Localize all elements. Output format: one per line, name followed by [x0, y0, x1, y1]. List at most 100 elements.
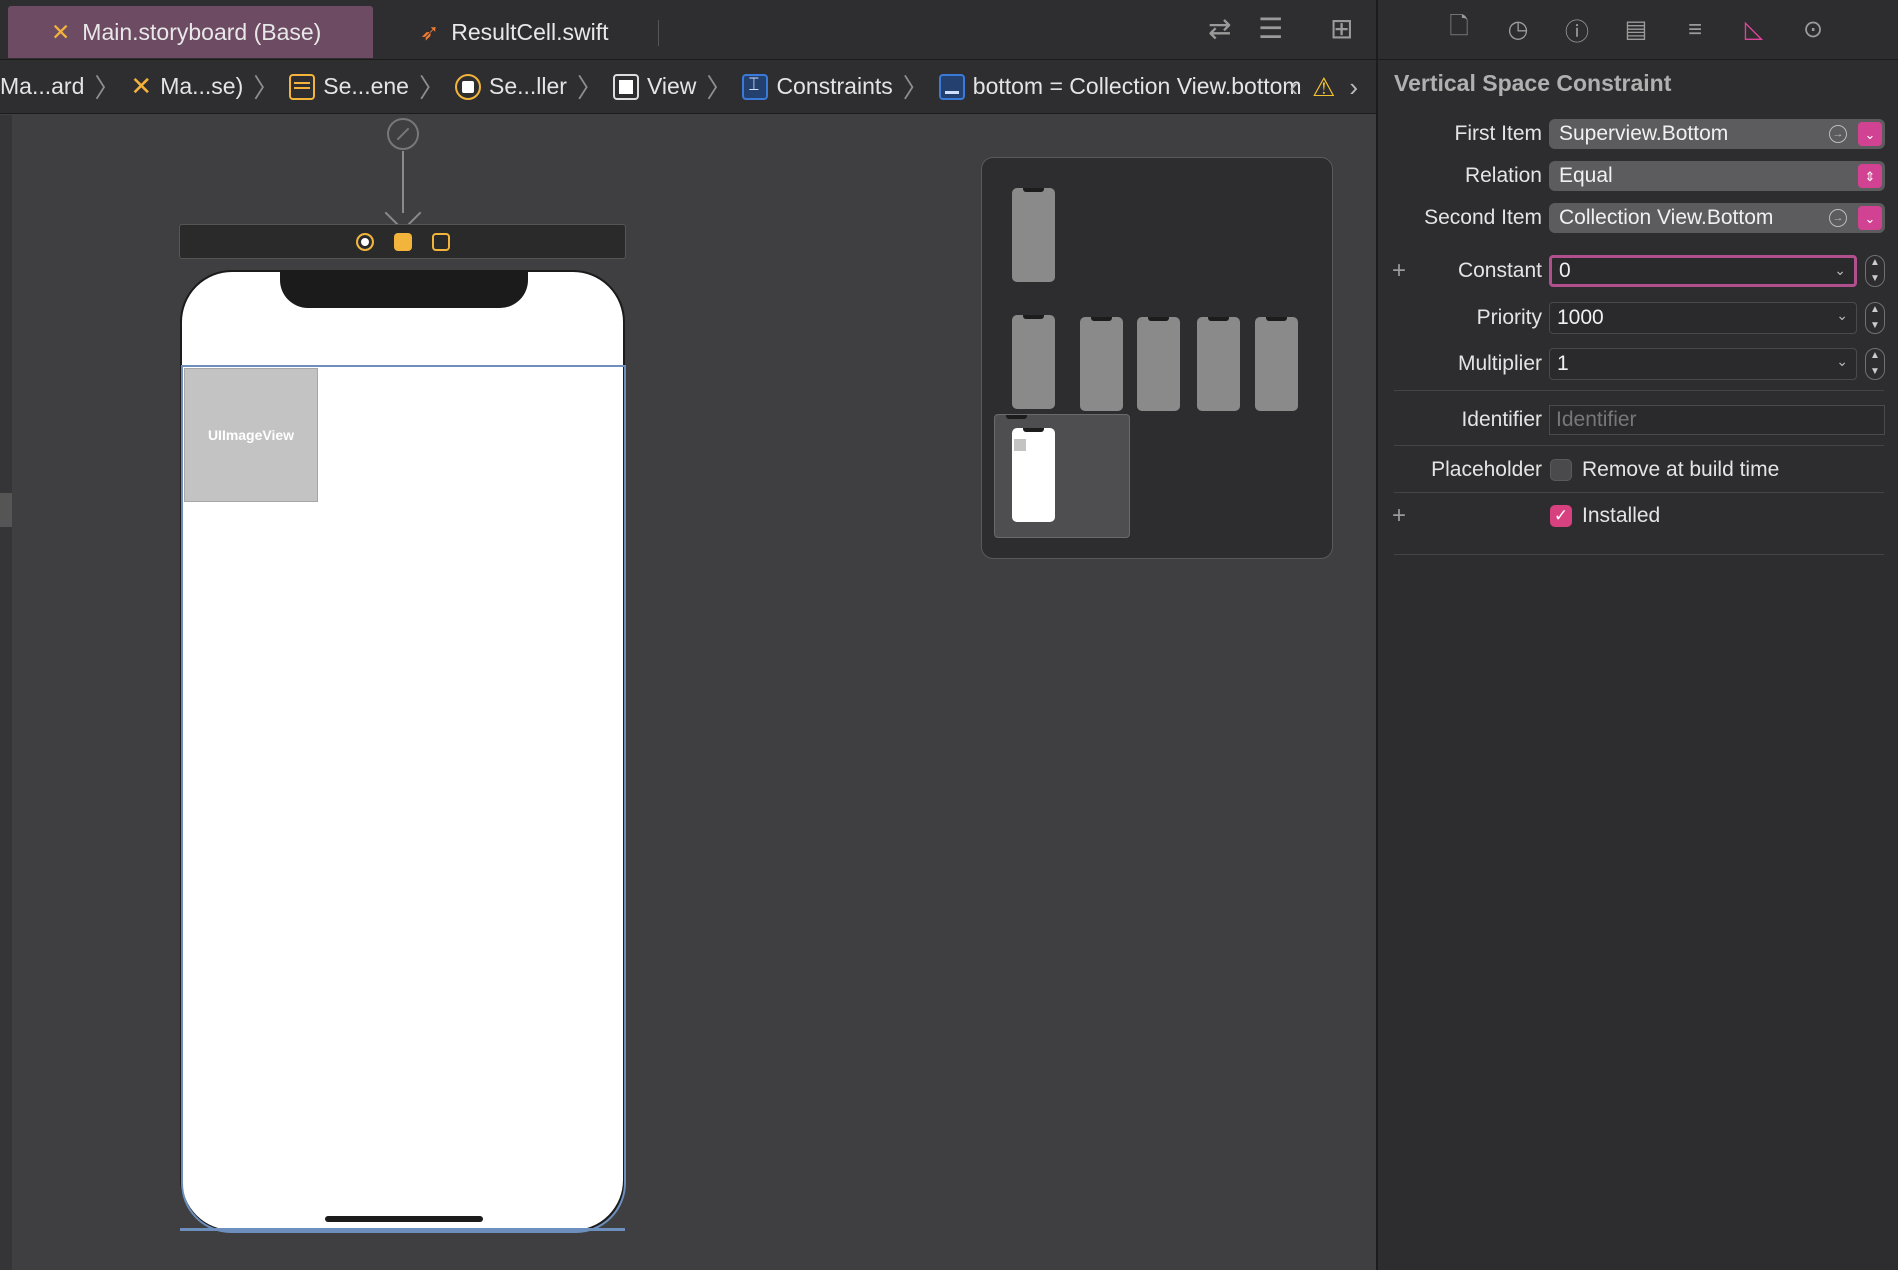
- installed-checkbox[interactable]: ✓: [1550, 505, 1572, 527]
- add-editor-icon[interactable]: ⊞: [1330, 12, 1353, 45]
- minimap[interactable]: [981, 157, 1333, 559]
- relation-popup[interactable]: Equal ⇕: [1549, 161, 1885, 191]
- notch: [280, 271, 528, 308]
- stepper-up-icon[interactable]: ▲: [1870, 351, 1880, 361]
- second-item-popup[interactable]: Collection View.Bottom → ⌄: [1549, 203, 1885, 233]
- jump-bar-item-label: Ma...se): [160, 73, 244, 99]
- chevron-left-icon[interactable]: ‹: [1289, 72, 1298, 103]
- first-item-popup[interactable]: Superview.Bottom → ⌄: [1549, 119, 1885, 149]
- chevron-down-icon[interactable]: ⌄: [1836, 353, 1848, 370]
- stepper-up-icon[interactable]: ▲: [1870, 305, 1880, 315]
- minimap-scene[interactable]: [1197, 317, 1240, 411]
- minimap-scene[interactable]: [1137, 317, 1180, 411]
- constant-field[interactable]: 0 ⌄: [1549, 255, 1857, 287]
- constraints-icon: [742, 73, 769, 100]
- minimap-scene[interactable]: [1255, 317, 1298, 411]
- view-controller-icon[interactable]: [355, 232, 374, 251]
- warning-icon[interactable]: ⚠: [1312, 72, 1335, 103]
- multiplier-stepper[interactable]: ▲ ▼: [1865, 348, 1885, 380]
- scene-dock[interactable]: [179, 224, 626, 259]
- editor-tab-bar: ✕ Main.storyboard (Base) ➶ ResultCell.sw…: [0, 0, 1376, 60]
- chevron-down-icon[interactable]: ⌄: [1834, 262, 1846, 279]
- stepper-down-icon[interactable]: ▼: [1870, 321, 1880, 331]
- jump-bar-item-view[interactable]: View: [612, 73, 696, 100]
- inspector-title: Vertical Space Constraint: [1394, 70, 1672, 96]
- history-inspector-icon[interactable]: ◷: [1503, 15, 1533, 45]
- identity-inspector-icon[interactable]: ▤: [1621, 15, 1651, 45]
- divider: [1394, 492, 1884, 493]
- chevron-down-icon[interactable]: ⌄: [1836, 307, 1848, 324]
- storyboard-icon: ✕: [130, 71, 153, 101]
- inspector-tab-bar: 🗋 ◷ ⓘ ▤ ≡ ◺ ⊙: [1378, 0, 1898, 60]
- plus-icon[interactable]: +: [1392, 502, 1406, 530]
- first-item-row: First Item Superview.Bottom → ⌄: [1378, 119, 1898, 149]
- priority-stepper[interactable]: ▲ ▼: [1865, 302, 1885, 334]
- exit-icon[interactable]: [431, 232, 450, 251]
- chevron-right-icon[interactable]: ›: [1349, 72, 1358, 103]
- chevron-down-icon[interactable]: ⌄: [1858, 206, 1882, 230]
- relation-label: Relation: [1464, 164, 1542, 187]
- relation-row: Relation Equal ⇕: [1378, 161, 1898, 191]
- plus-icon[interactable]: +: [1392, 257, 1406, 285]
- second-item-label: Second Item: [1424, 206, 1542, 229]
- attributes-inspector-icon[interactable]: ≡: [1680, 15, 1710, 45]
- canvas[interactable]: UIImageView: [0, 115, 1376, 1270]
- view-icon: [612, 73, 639, 100]
- tab-result-cell-swift[interactable]: ➶ ResultCell.swift: [420, 6, 609, 58]
- jump-bar-item-scene[interactable]: Se...ene: [289, 73, 409, 100]
- identifier-field[interactable]: Identifier: [1549, 405, 1885, 435]
- priority-value: 1000: [1557, 306, 1604, 329]
- entry-point-icon[interactable]: [387, 118, 419, 150]
- size-inspector-icon[interactable]: ◺: [1739, 15, 1769, 45]
- tab-main-storyboard[interactable]: ✕ Main.storyboard (Base): [8, 6, 373, 58]
- jump-bar-item-label: Se...ene: [323, 73, 409, 99]
- jump-bar-item-label: Constraints: [776, 73, 893, 99]
- stepper-up-icon[interactable]: ▲: [1870, 258, 1880, 268]
- stepper-down-icon[interactable]: ▼: [1870, 274, 1880, 284]
- chevron-right-icon: 〉: [253, 73, 280, 103]
- placeholder-label: Placeholder: [1431, 458, 1542, 481]
- divider: [1394, 390, 1884, 391]
- chevron-down-icon[interactable]: ⌄: [1858, 122, 1882, 146]
- jump-bar-nav: ‹ ⚠ ›: [1289, 72, 1358, 103]
- up-down-chevron-icon[interactable]: ⇕: [1858, 164, 1882, 188]
- first-responder-icon[interactable]: [393, 232, 412, 251]
- iphone-scene-view[interactable]: UIImageView: [180, 270, 626, 1233]
- identifier-placeholder: Identifier: [1556, 408, 1637, 431]
- priority-row: Priority 1000 ⌄ ▲ ▼: [1378, 302, 1898, 334]
- bottom-constraint-highlight[interactable]: [180, 1228, 625, 1231]
- help-inspector-icon[interactable]: ⓘ: [1562, 15, 1592, 46]
- connections-inspector-icon[interactable]: ⊙: [1798, 15, 1828, 45]
- jump-bar-item-storyboard-base[interactable]: ✕ Ma...se): [130, 71, 243, 102]
- constant-stepper[interactable]: ▲ ▼: [1865, 255, 1885, 287]
- jump-bar-item-storyboard[interactable]: Ma...ard: [0, 73, 84, 100]
- editor-options-icon[interactable]: ☰: [1258, 12, 1283, 45]
- canvas-left-strip: [0, 115, 12, 1270]
- multiplier-field[interactable]: 1 ⌄: [1549, 348, 1857, 380]
- tab-label: ResultCell.swift: [451, 18, 609, 45]
- minimap-scene[interactable]: [1012, 188, 1055, 282]
- minimap-scene[interactable]: [1012, 315, 1055, 409]
- jump-bar-item-bottom-constraint[interactable]: bottom = Collection View.bottom: [938, 73, 1302, 100]
- relation-value: Equal: [1559, 164, 1613, 187]
- jump-bar-item-controller[interactable]: Se...ller: [454, 73, 567, 100]
- priority-field[interactable]: 1000 ⌄: [1549, 302, 1857, 334]
- chevron-right-icon: 〉: [902, 73, 929, 103]
- chevron-right-icon: 〉: [576, 73, 603, 103]
- storyboard-icon: ✕: [51, 18, 71, 45]
- image-view[interactable]: UIImageView: [184, 368, 318, 502]
- home-indicator: [325, 1216, 483, 1222]
- minimap-scene[interactable]: [1080, 317, 1123, 411]
- jump-bar-item-label: bottom = Collection View.bottom: [972, 73, 1302, 99]
- minimap-scene-selected[interactable]: [1012, 428, 1055, 522]
- go-to-arrow-icon[interactable]: →: [1829, 209, 1847, 227]
- swap-icon[interactable]: ⇄: [1208, 12, 1231, 45]
- remove-at-build-time-checkbox[interactable]: [1550, 459, 1572, 481]
- attributes-inspector: 🗋 ◷ ⓘ ▤ ≡ ◺ ⊙ Vertical Space Constraint …: [1376, 0, 1898, 1270]
- stepper-down-icon[interactable]: ▼: [1870, 367, 1880, 377]
- go-to-arrow-icon[interactable]: →: [1829, 125, 1847, 143]
- divider: [1394, 445, 1884, 446]
- jump-bar-item-constraints[interactable]: Constraints: [742, 73, 893, 100]
- file-inspector-icon[interactable]: 🗋: [1444, 13, 1474, 45]
- multiplier-row: Multiplier 1 ⌄ ▲ ▼: [1378, 348, 1898, 380]
